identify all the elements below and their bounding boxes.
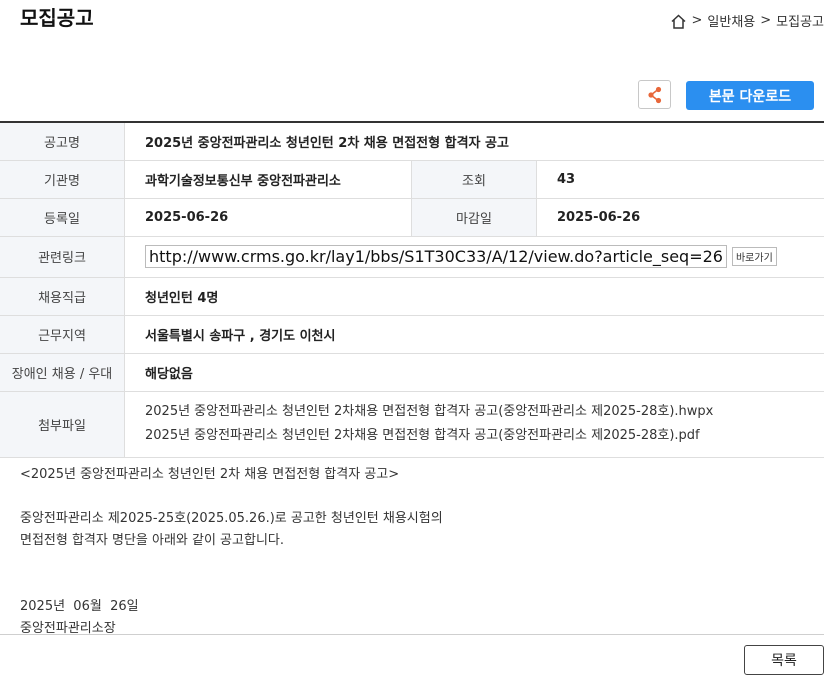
download-body-button[interactable]: 본문 다운로드 bbox=[686, 81, 814, 110]
job-grade-label: 채용직급 bbox=[0, 277, 125, 316]
breadcrumb-separator: > bbox=[760, 13, 772, 28]
reg-date-value: 2025-06-26 bbox=[124, 198, 412, 237]
body-line-1: 중앙전파관리소 제2025-25호(2025.05.26.)로 공고한 청년인턴… bbox=[20, 511, 443, 526]
work-region-value: 서울특별시 송파구 , 경기도 이천시 bbox=[124, 315, 824, 354]
reg-date-label: 등록일 bbox=[0, 198, 125, 237]
attachments-cell: 2025년 중앙전파관리소 청년인턴 2차채용 면접전형 합격자 공고(중앙전파… bbox=[124, 391, 824, 458]
divider bbox=[0, 634, 824, 635]
goto-button[interactable]: 바로가기 bbox=[731, 247, 777, 266]
org-label: 기관명 bbox=[0, 160, 125, 199]
home-icon[interactable] bbox=[670, 13, 687, 30]
notice-body: <2025년 중앙전파관리소 청년인턴 2차 채용 면접전형 합격자 공고> 중… bbox=[20, 464, 443, 640]
notice-info-table: 공고명 2025년 중앙전파관리소 청년인턴 2차 채용 면접전형 합격자 공고… bbox=[0, 121, 824, 458]
share-icon bbox=[647, 86, 661, 103]
title-value: 2025년 중앙전파관리소 청년인턴 2차 채용 면접전형 합격자 공고 bbox=[124, 122, 824, 161]
breadcrumb-separator: > bbox=[691, 13, 703, 28]
body-signer: 중앙전파관리소장 bbox=[20, 621, 116, 636]
body-date: 2025년 06월 26일 bbox=[20, 599, 139, 614]
list-button[interactable]: 목록 bbox=[744, 645, 824, 675]
related-link-field[interactable]: http://www.crms.go.kr/lay1/bbs/S1T30C33/… bbox=[145, 245, 727, 268]
disabled-hiring-value: 해당없음 bbox=[124, 353, 824, 392]
attachment-link-pdf[interactable]: 2025년 중앙전파관리소 청년인턴 2차채용 면접전형 합격자 공고(중앙전파… bbox=[145, 424, 824, 448]
related-link-cell: http://www.crms.go.kr/lay1/bbs/S1T30C33/… bbox=[124, 236, 824, 278]
attachment-link-hwpx[interactable]: 2025년 중앙전파관리소 청년인턴 2차채용 면접전형 합격자 공고(중앙전파… bbox=[145, 400, 824, 424]
deadline-label: 마감일 bbox=[411, 198, 537, 237]
breadcrumb-item-general-recruit[interactable]: 일반채용 bbox=[707, 11, 755, 30]
title-label: 공고명 bbox=[0, 122, 125, 161]
related-link-label: 관련링크 bbox=[0, 236, 125, 278]
page-title: 모집공고 bbox=[20, 6, 94, 30]
body-heading: <2025년 중앙전파관리소 청년인턴 2차 채용 면접전형 합격자 공고> bbox=[20, 467, 400, 482]
disabled-hiring-label: 장애인 채용 / 우대 bbox=[0, 353, 125, 392]
job-grade-value: 청년인턴 4명 bbox=[124, 277, 824, 316]
work-region-label: 근무지역 bbox=[0, 315, 125, 354]
breadcrumb: > 일반채용 > 모집공고 bbox=[670, 11, 824, 30]
views-label: 조회 bbox=[411, 160, 537, 199]
views-value: 43 bbox=[536, 160, 824, 199]
org-value: 과학기술정보통신부 중앙전파관리소 bbox=[124, 160, 412, 199]
deadline-value: 2025-06-26 bbox=[536, 198, 824, 237]
body-line-2: 면접전형 합격자 명단을 아래와 같이 공고합니다. bbox=[20, 533, 284, 548]
attachments-label: 첨부파일 bbox=[0, 391, 125, 458]
share-button[interactable] bbox=[638, 80, 671, 109]
breadcrumb-item-notice[interactable]: 모집공고 bbox=[776, 11, 824, 30]
